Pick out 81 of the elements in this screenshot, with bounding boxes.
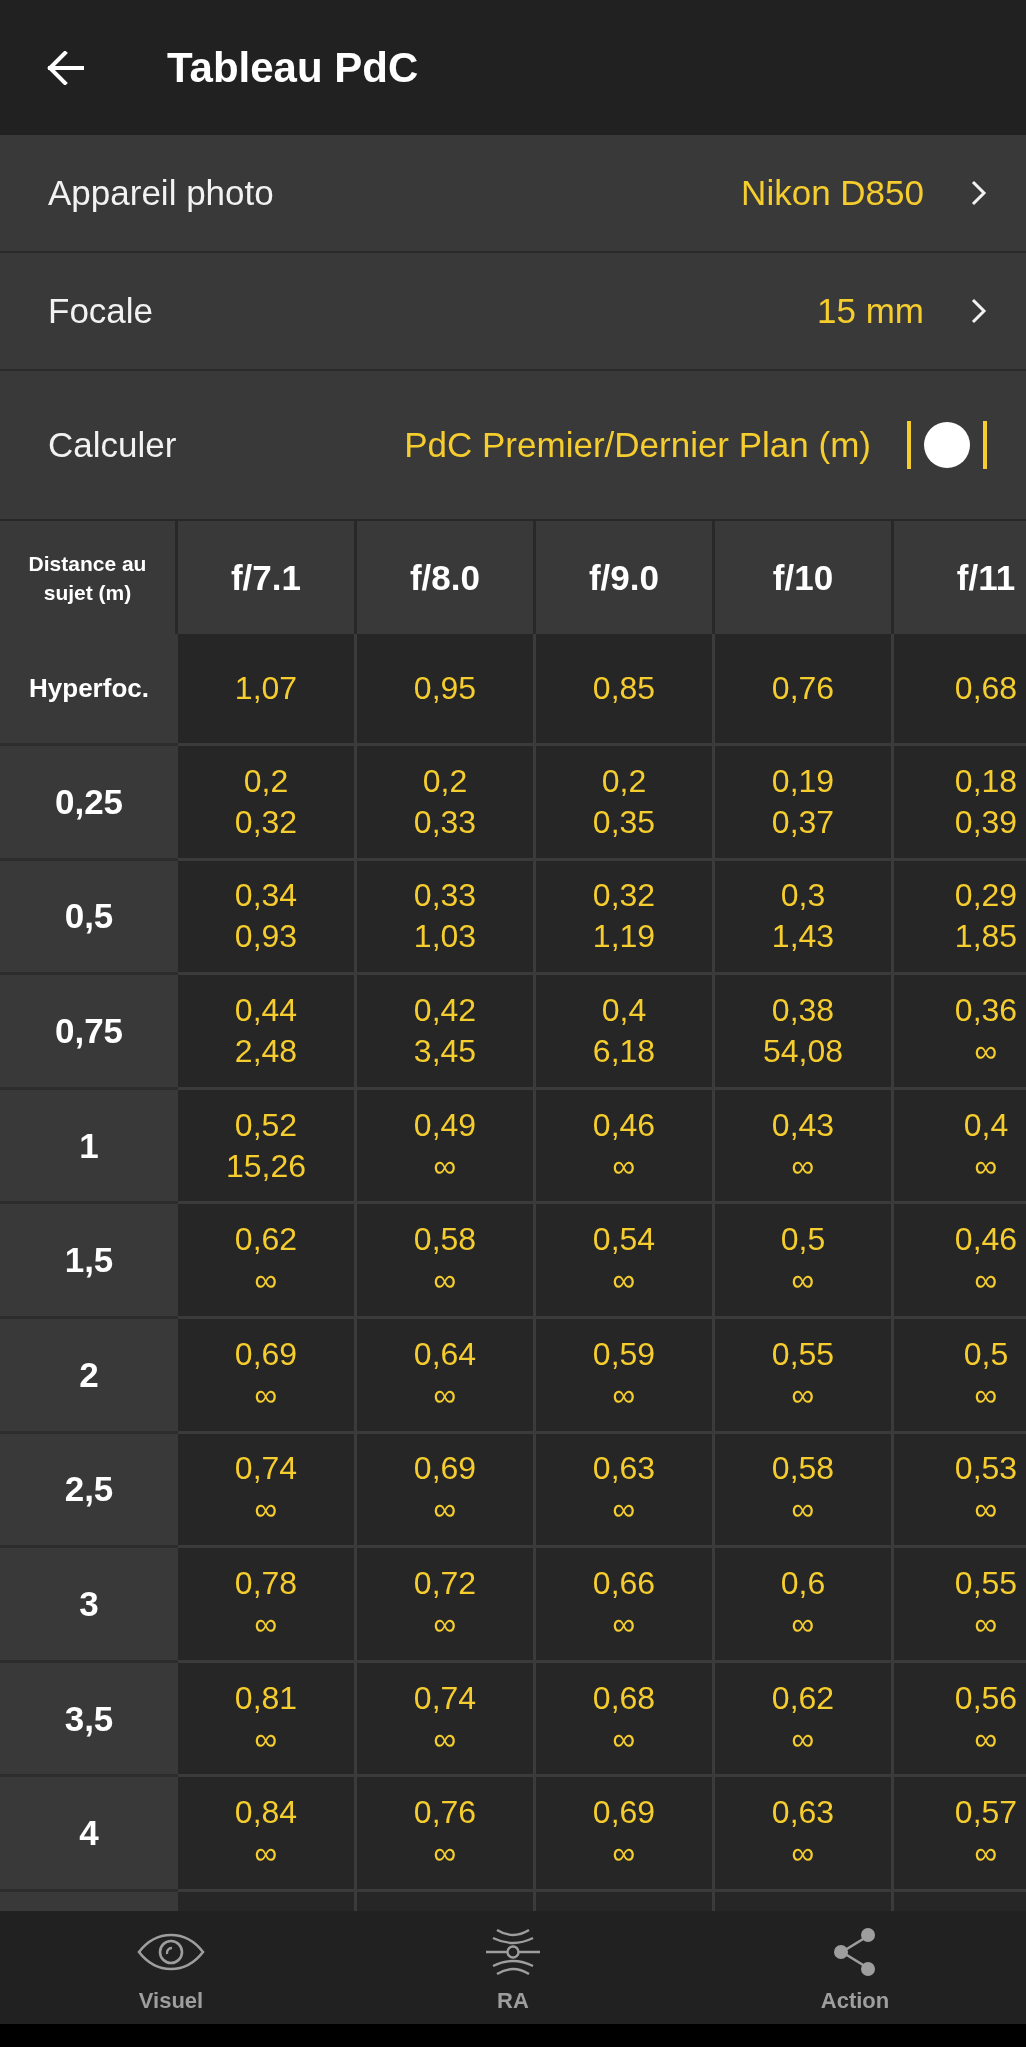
row-header: 1 (0, 1089, 178, 1205)
table-cell: 0,68 ∞ (536, 1662, 715, 1778)
table-cell: 0,58 ∞ (357, 1204, 536, 1319)
nav-item[interactable]: RA (485, 1910, 541, 2024)
table-cell: 0,81 ∞ (178, 1662, 357, 1778)
lens-focus-icon (485, 1927, 541, 1976)
eye-icon (137, 1932, 205, 1971)
row-header: 4 (0, 1777, 178, 1892)
table-cell: 0,49 ∞ (357, 1089, 536, 1205)
row-header: Hyperfoc. (0, 634, 178, 746)
setting-label: Focale (48, 291, 155, 331)
table-cell: 0,2 0,32 (178, 746, 357, 861)
table-cell: 0,54 ∞ (536, 1204, 715, 1319)
table-cell: 0,38 54,08 (715, 975, 894, 1090)
table-cell: 0,69 ∞ (178, 1318, 357, 1434)
table-cell: 0,2 0,33 (357, 746, 536, 861)
table-cell: 0,76 (715, 634, 894, 746)
table-cell: 0,78 ∞ (178, 1548, 357, 1663)
table-cell: 0,58 ∞ (715, 1433, 894, 1549)
row-header: 3 (0, 1548, 178, 1663)
row-header: 0,75 (0, 975, 178, 1090)
setting-value: PdC Premier/Dernier Plan (m) (404, 425, 871, 465)
table-cell: 0,59 ∞ (536, 1318, 715, 1434)
row-header: 1,5 (0, 1204, 178, 1319)
table-cell: 0,72 ∞ (357, 1548, 536, 1663)
table-cell: 0,69 ∞ (536, 1777, 715, 1892)
table-cell: 0,69 ∞ (357, 1433, 536, 1549)
table-cell: 0,62 ∞ (178, 1204, 357, 1319)
table-cell: 0,42 3,45 (357, 975, 536, 1090)
column-header: f/9.0 (536, 521, 715, 634)
table-cell: 0,55 ∞ (715, 1318, 894, 1434)
column-header: f/10 (715, 521, 894, 634)
setting-label: Calculer (48, 425, 178, 465)
table-cell: 0,2 0,35 (536, 746, 715, 861)
nav-item[interactable]: Action (820, 1910, 890, 2024)
settings-item[interactable]: Focale 15 mm (0, 253, 1026, 371)
table-cell: 0,76 ∞ (357, 1777, 536, 1892)
back-arrow-icon[interactable] (46, 50, 84, 85)
column-header: f/11 (894, 521, 1026, 634)
table-cell: 0,74 ∞ (178, 1433, 357, 1549)
table-cell: 0,3 1,43 (715, 860, 894, 976)
row-header: 0,5 (0, 860, 178, 976)
settings-item[interactable]: Appareil photo Nikon D850 (0, 135, 1026, 253)
share-icon (833, 1927, 877, 1976)
table-cell: 0,5 ∞ (715, 1204, 894, 1319)
table-cell: 0,19 0,37 (715, 746, 894, 861)
table-cell: 0,85 (536, 634, 715, 746)
table-cell: 0,43 ∞ (715, 1089, 894, 1205)
row-header: 3,5 (0, 1662, 178, 1778)
row-header: 0,25 (0, 746, 178, 861)
column-header: f/8.0 (357, 521, 536, 634)
setting-label: Appareil photo (48, 173, 275, 213)
row-header: 2 (0, 1318, 178, 1434)
table-cell: 0,4 6,18 (536, 975, 715, 1090)
setting-value: Nikon D850 (741, 173, 924, 213)
table-cell: 1,07 (178, 634, 357, 746)
table-cell: 0,33 1,03 (357, 860, 536, 976)
table-cell: 0,46 ∞ (536, 1089, 715, 1205)
column-header: f/7.1 (178, 521, 357, 634)
settings-item[interactable]: Calculer PdC Premier/Dernier Plan (m) (0, 371, 1026, 519)
screen-title: Tableau PdC (167, 43, 419, 92)
corner-header: Distance au sujet (m) (0, 521, 178, 634)
table-cell: 0,66 ∞ (536, 1548, 715, 1663)
table-cell: 0,34 0,93 (178, 860, 357, 976)
chevron-right-icon (971, 298, 987, 324)
table-cell: 0,63 ∞ (536, 1433, 715, 1549)
table-cell: 0,74 ∞ (357, 1662, 536, 1778)
table-cell: 0,62 ∞ (715, 1662, 894, 1778)
setting-value: 15 mm (817, 291, 924, 331)
table-cell: 0,84 ∞ (178, 1777, 357, 1892)
chevron-right-icon (971, 180, 987, 206)
table-cell: 0,52 15,26 (178, 1089, 357, 1205)
table-cell: 0,6 ∞ (715, 1548, 894, 1663)
row-header: 2,5 (0, 1433, 178, 1549)
circle-between-bars-icon[interactable] (907, 421, 987, 469)
table-cell: 0,95 (357, 634, 536, 746)
table-cell: 0,63 ∞ (715, 1777, 894, 1892)
table-cell: 0,32 1,19 (536, 860, 715, 976)
table-cell: 0,44 2,48 (178, 975, 357, 1090)
nav-item[interactable]: Visuel (137, 1910, 205, 2024)
table-cell: 0,64 ∞ (357, 1318, 536, 1434)
